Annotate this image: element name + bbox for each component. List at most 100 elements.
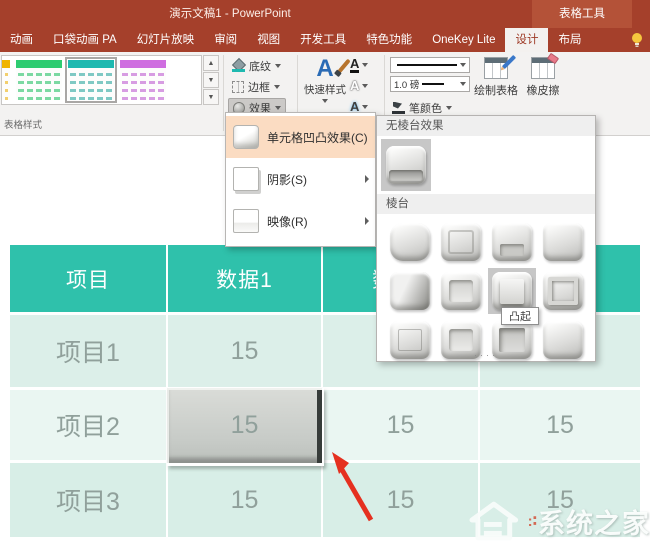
draw-table-label: 绘制表格: [474, 85, 518, 97]
table-cell[interactable]: 项目2: [10, 390, 168, 463]
tell-me-lightbulb-button[interactable]: [624, 28, 650, 52]
gallery-scroll-controls: ▲ ▼ ▼: [203, 55, 219, 105]
line-style-sample: [397, 64, 457, 66]
chevron-down-icon: [460, 82, 466, 86]
bevel-tile[interactable]: [488, 219, 536, 265]
gallery-more-button[interactable]: ▼: [203, 89, 219, 105]
table-header-cell[interactable]: 数据1: [168, 245, 323, 315]
menu-item-reflection[interactable]: 映像(R): [226, 200, 375, 242]
tab-design-selected[interactable]: 设计: [505, 28, 549, 52]
bevel-tile[interactable]: [539, 268, 587, 314]
menu-item-label: 映像(R): [267, 214, 308, 229]
table-cell[interactable]: 项目1: [10, 315, 168, 390]
lightbulb-icon: [632, 33, 642, 47]
draw-table-button[interactable]: 绘制表格: [472, 54, 520, 98]
table-cell[interactable]: 15: [168, 315, 323, 390]
table-cell[interactable]: 15: [168, 463, 323, 537]
table-style-thumbnail-selected[interactable]: [65, 57, 117, 103]
pen-weight-value: 1.0 磅: [394, 80, 420, 91]
bevel-none-graphic: [386, 146, 426, 184]
bevel-none-tile-selected[interactable]: [381, 139, 431, 191]
ribbon-tab-bar: 动画 口袋动画 PA 幻灯片放映 审阅 视图 开发工具 特色功能 OneKey …: [0, 28, 650, 52]
tab-slideshow[interactable]: 幻灯片放映: [127, 28, 205, 52]
table-header-cell[interactable]: 项目: [10, 245, 168, 315]
pen-weight-dropdown[interactable]: 1.0 磅: [390, 76, 470, 92]
menu-item-cell-bevel[interactable]: 单元格凹凸效果(C): [226, 116, 380, 158]
table-style-thumbnail[interactable]: [2, 60, 10, 100]
chevron-down-icon: [362, 105, 369, 109]
tab-animation[interactable]: 动画: [0, 28, 43, 52]
table-cell[interactable]: 15: [323, 390, 480, 463]
table-cell[interactable]: 15: [323, 463, 480, 537]
shadow-effect-icon: [233, 167, 259, 191]
tab-onekey-lite[interactable]: OneKey Lite: [422, 28, 505, 52]
contextual-tab-group: 表格工具: [532, 0, 632, 28]
watermark-colon-mark: :∶: [527, 513, 537, 530]
bevel-tile[interactable]: [386, 268, 434, 314]
chevron-down-icon: [275, 63, 281, 68]
watermark: :∶ 系统之家: [468, 500, 650, 548]
menu-item-shadow[interactable]: 阴影(S): [226, 158, 375, 200]
bevel-tile[interactable]: [539, 219, 587, 265]
table-style-thumbnail[interactable]: [120, 60, 166, 100]
pen-style-dropdown[interactable]: [390, 57, 470, 73]
pen-color-icon: [392, 102, 405, 114]
contextual-tab-group-label: 表格工具: [559, 8, 605, 20]
table-style-thumbnail[interactable]: [16, 60, 62, 100]
shading-label: 底纹: [249, 60, 271, 73]
chevron-down-icon: [460, 63, 466, 67]
quick-styles-button[interactable]: A 快速样式: [301, 56, 351, 103]
quick-styles-label: 快速样式: [304, 84, 346, 96]
title-bar: 演示文稿1 - PowerPoint 表格工具: [0, 0, 650, 28]
no-bevel-section-header: 无棱台效果: [377, 116, 595, 136]
watermark-text: 系统之家: [538, 508, 650, 539]
chevron-down-icon: [446, 105, 452, 110]
cell-bevel-icon: [233, 125, 259, 149]
tab-developer[interactable]: 开发工具: [290, 28, 356, 52]
bevel-tile[interactable]: [437, 268, 485, 314]
table-cell[interactable]: 15: [480, 390, 640, 463]
submenu-arrow-icon: [365, 175, 369, 183]
borders-label: 边框: [248, 81, 270, 94]
line-weight-sample: [422, 83, 445, 85]
window-title: 演示文稿1 - PowerPoint: [169, 8, 291, 20]
chevron-down-icon: [275, 105, 281, 110]
gallery-scroll-up-button[interactable]: ▲: [203, 55, 219, 71]
table-cell[interactable]: 项目3: [10, 463, 168, 537]
submenu-arrow-icon: [365, 217, 369, 225]
chevron-down-icon: [322, 99, 328, 103]
eraser-button[interactable]: 橡皮擦: [521, 52, 565, 98]
bevel-gallery-grid: [383, 219, 589, 363]
eraser-label: 橡皮擦: [526, 85, 560, 97]
tooltip-raised: 凸起: [501, 307, 539, 325]
borders-grid-icon: [232, 80, 244, 93]
borders-button[interactable]: 边框: [228, 77, 284, 96]
text-outline-button[interactable]: A: [350, 77, 380, 95]
shading-button[interactable]: 底纹: [228, 56, 285, 75]
draw-table-icon: [484, 54, 517, 79]
table-cell-bevel-selected[interactable]: 15: [167, 388, 324, 466]
tab-pocket-animation[interactable]: 口袋动画 PA: [43, 28, 127, 52]
submenu-resize-dots: ····: [474, 350, 498, 360]
watermark-url-strip: [560, 541, 646, 548]
chevron-down-icon: [362, 63, 369, 67]
text-fill-button[interactable]: A: [350, 56, 380, 74]
chevron-down-icon: [274, 84, 280, 89]
table-styles-gallery: [1, 55, 202, 105]
gallery-scroll-down-button[interactable]: ▼: [203, 72, 219, 88]
bevel-section-header: 棱台: [377, 194, 595, 214]
bevel-tile[interactable]: [386, 219, 434, 265]
text-fill-icon: A: [350, 55, 360, 73]
menu-item-label: 阴影(S): [267, 172, 307, 187]
bevel-submenu: 无棱台效果 棱台 凸起 ····: [376, 115, 596, 362]
quick-styles-a-icon: A: [316, 56, 351, 82]
ribbon-separator: [223, 55, 224, 131]
tab-special-features[interactable]: 特色功能: [356, 28, 422, 52]
text-outline-icon: A: [350, 78, 360, 93]
bevel-tile[interactable]: [437, 219, 485, 265]
effects-dropdown-menu: 单元格凹凸效果(C) 阴影(S) 映像(R): [225, 112, 380, 247]
reflection-effect-icon: [233, 209, 259, 233]
tab-review[interactable]: 审阅: [204, 28, 247, 52]
tab-view[interactable]: 视图: [247, 28, 290, 52]
tab-layout[interactable]: 布局: [548, 28, 591, 52]
